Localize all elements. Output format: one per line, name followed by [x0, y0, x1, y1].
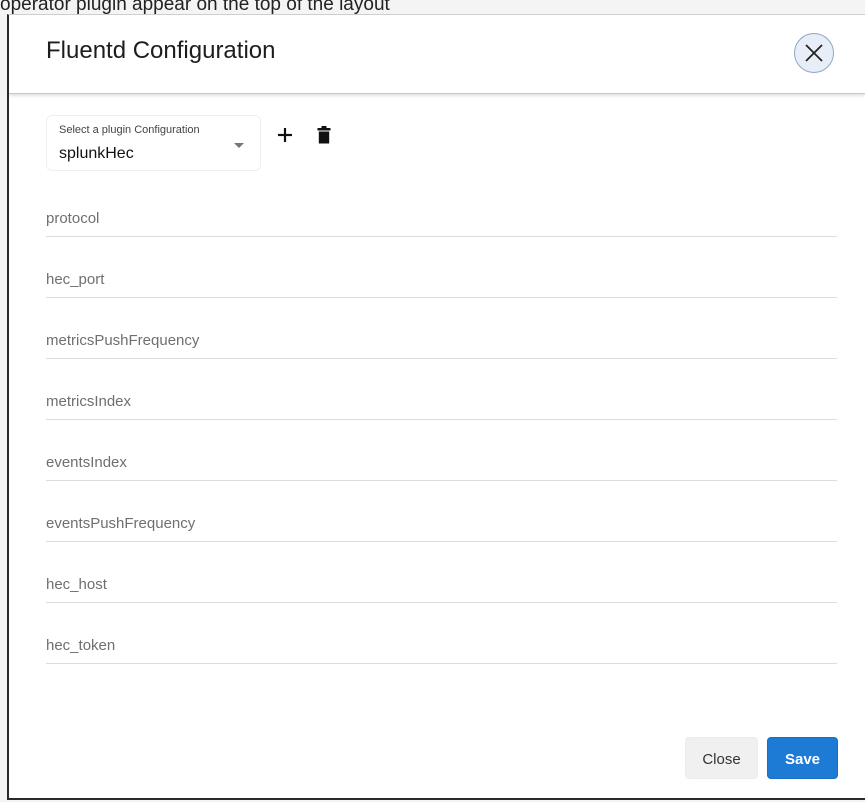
field-protocol: [46, 203, 837, 237]
metrics-push-frequency-input[interactable]: [46, 325, 837, 355]
protocol-input[interactable]: [46, 203, 837, 233]
chevron-down-icon: [234, 143, 244, 148]
plugin-select-value: splunkHec: [59, 145, 134, 162]
delete-plugin-button[interactable]: [317, 126, 331, 144]
modal-header: Fluentd Configuration: [9, 15, 865, 94]
plus-icon: [278, 128, 292, 142]
field-hec-token: [46, 630, 837, 664]
field-events-index: [46, 447, 837, 481]
field-metrics-push-frequency: [46, 325, 837, 359]
close-button[interactable]: Close: [685, 737, 758, 779]
events-index-input[interactable]: [46, 447, 837, 477]
hec-token-input[interactable]: [46, 630, 837, 660]
fluentd-config-modal: Fluentd Configuration Select a plugin Co…: [7, 14, 865, 800]
modal-title: Fluentd Configuration: [46, 37, 276, 64]
close-icon: [805, 44, 823, 62]
plugin-select-label: Select a plugin Configuration: [59, 124, 200, 136]
trash-icon: [317, 126, 331, 144]
metrics-index-input[interactable]: [46, 386, 837, 416]
field-hec-port: [46, 264, 837, 298]
hec-port-input[interactable]: [46, 264, 837, 294]
field-events-push-frequency: [46, 508, 837, 542]
field-metrics-index: [46, 386, 837, 420]
plugin-select[interactable]: Select a plugin Configuration splunkHec: [46, 115, 261, 171]
events-push-frequency-input[interactable]: [46, 508, 837, 538]
hec-host-input[interactable]: [46, 569, 837, 599]
field-hec-host: [46, 569, 837, 603]
modal-close-button[interactable]: [794, 33, 834, 73]
save-button[interactable]: Save: [767, 737, 838, 779]
add-plugin-button[interactable]: [274, 124, 296, 146]
